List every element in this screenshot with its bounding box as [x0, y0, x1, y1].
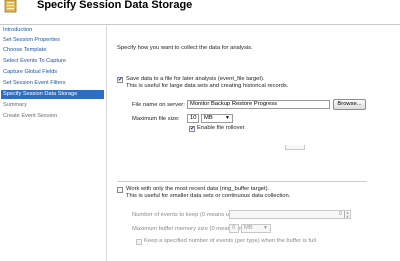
events-to-keep-value: 0: [338, 211, 342, 217]
ring-buffer-checkbox[interactable]: [117, 187, 123, 193]
max-file-size-unit: MB: [204, 115, 213, 121]
intro-text: Specify how you want to collect the data…: [117, 45, 253, 51]
enable-rollover-checkbox[interactable]: [189, 125, 195, 133]
sidebar-item-set-filters[interactable]: Set Session Event Filters: [1, 79, 104, 88]
sidebar-item-select-events[interactable]: Select Events To Capture: [1, 57, 104, 66]
sidebar-item-summary[interactable]: Summary: [1, 101, 104, 110]
sidebar-item-specify-data-storage[interactable]: Specify Session Data Storage: [1, 90, 104, 99]
buffer-memory-input[interactable]: 0: [229, 224, 239, 233]
max-file-size-unit-select[interactable]: MB ▼: [201, 114, 233, 123]
chevron-down-icon: ▼: [263, 225, 268, 231]
sidebar-item-choose-template[interactable]: Choose Template: [1, 46, 104, 55]
wizard-sidebar: Introduction Set Session Properties Choo…: [0, 25, 107, 261]
section-divider: [117, 181, 367, 182]
buffer-memory-unit: MB: [244, 225, 253, 231]
page-title: Specify Session Data Storage: [37, 0, 193, 11]
browse-button[interactable]: Browse...: [333, 99, 366, 110]
max-files-input-partial[interactable]: [285, 145, 305, 150]
ring-buffer-help: This is useful for smaller data sets or …: [126, 193, 291, 199]
wizard-header: Specify Session Data Storage: [0, 0, 400, 25]
events-to-keep-input[interactable]: 0 ▲ ▼: [229, 210, 351, 219]
save-to-file-help: This is useful for large data sets and c…: [126, 83, 289, 89]
max-file-size-value: 10: [190, 115, 197, 121]
buffer-memory-unit-select[interactable]: MB ▼: [241, 224, 271, 233]
keep-per-type-checkbox[interactable]: [136, 239, 142, 245]
sidebar-item-capture-global-fields[interactable]: Capture Global Fields: [1, 68, 104, 77]
enable-rollover-label: Enable file rollover: [197, 125, 245, 131]
file-name-input[interactable]: Monitor Backup Restore Progress: [187, 100, 330, 109]
spinner-arrows-icon: ▲ ▼: [344, 210, 350, 219]
main-panel: Specify how you want to collect the data…: [107, 25, 400, 261]
max-file-size-input[interactable]: 10: [187, 114, 199, 123]
ring-buffer-label: Work with only the most recent data (rin…: [126, 186, 270, 192]
sidebar-item-set-session-properties[interactable]: Set Session Properties: [1, 36, 104, 45]
sidebar-item-introduction[interactable]: Introduction: [1, 26, 104, 35]
max-file-size-label: Maximum file size:: [132, 116, 180, 122]
session-icon: [4, 0, 17, 13]
keep-per-type-label: Keep a specified number of events (per t…: [144, 238, 316, 244]
buffer-memory-value: 0: [232, 225, 236, 231]
save-to-file-label: Save data to a file for later analysis (…: [126, 76, 265, 82]
chevron-down-icon: ▼: [225, 115, 230, 121]
sidebar-item-create-event-session[interactable]: Create Event Session: [1, 112, 104, 121]
save-to-file-checkbox[interactable]: [117, 76, 123, 84]
file-name-label: File name on server:: [132, 102, 185, 108]
